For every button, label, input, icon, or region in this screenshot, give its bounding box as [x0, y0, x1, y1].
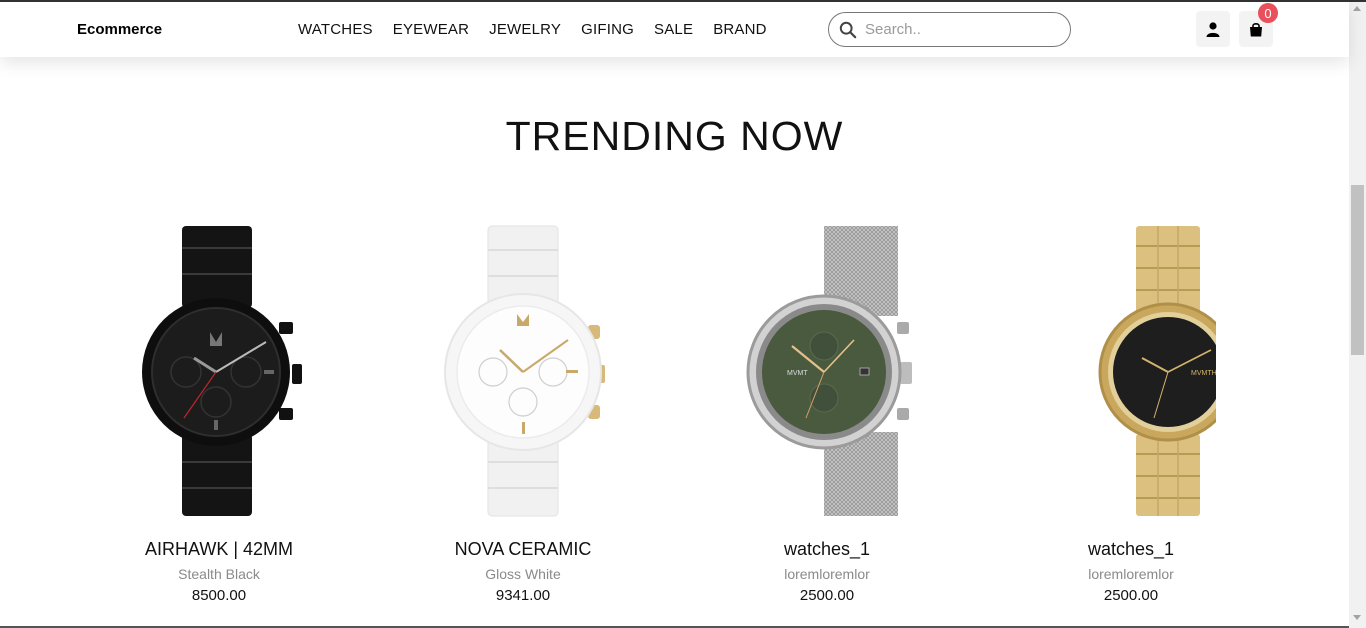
product-price: 8500.00	[191, 587, 247, 604]
main-nav: WATCHES EYEWEAR JEWELRY GIFING SALE BRAN…	[298, 21, 767, 38]
nav-item-gifing[interactable]: GIFING	[581, 21, 634, 38]
search-input[interactable]	[865, 21, 1055, 38]
product-image-black-watch[interactable]	[134, 222, 304, 517]
navbar: Ecommerce WATCHES EYEWEAR JEWELRY GIFING…	[0, 2, 1349, 57]
product-price: 2500.00	[799, 587, 855, 604]
svg-text:MVMTH: MVMTH	[1191, 370, 1216, 377]
section-title-text: TRENDING NOW	[505, 113, 844, 159]
svg-text:MVMT: MVMT	[787, 370, 808, 377]
shopping-bag-icon	[1250, 22, 1262, 36]
product-image-gold-watch[interactable]: MVMTH	[1046, 222, 1216, 517]
product-card[interactable]: AIRHAWK | 42MM Stealth Black 8500.00	[94, 222, 344, 604]
cart-count-badge: 0	[1258, 3, 1278, 23]
scroll-up-arrow-icon[interactable]	[1353, 6, 1361, 11]
brand-logo[interactable]: Ecommerce	[77, 21, 162, 38]
product-card[interactable]: MVMT watches_1 loremloremlor 2500.00	[702, 222, 952, 604]
user-icon	[1206, 21, 1220, 37]
product-price: 9341.00	[495, 587, 551, 604]
nav-item-watches[interactable]: WATCHES	[298, 21, 373, 38]
nav-item-jewelry[interactable]: JEWELRY	[489, 21, 561, 38]
product-name[interactable]: watches_1	[1006, 539, 1256, 560]
nav-item-sale[interactable]: SALE	[654, 21, 693, 38]
search-bar	[828, 12, 1071, 47]
section-title: TRENDING NOW	[0, 113, 1349, 160]
product-price: 2500.00	[1103, 587, 1159, 604]
search-icon[interactable]	[839, 21, 857, 39]
account-button[interactable]	[1196, 11, 1230, 47]
product-subtitle: loremloremlor	[784, 566, 870, 582]
product-image-white-watch[interactable]	[438, 222, 608, 517]
product-image-silver-watch[interactable]: MVMT	[742, 222, 912, 517]
product-subtitle: loremloremlor	[1088, 566, 1174, 582]
product-subtitle: Gloss White	[485, 566, 561, 582]
scrollbar-thumb[interactable]	[1351, 185, 1364, 355]
product-subtitle: Stealth Black	[178, 566, 260, 582]
product-name[interactable]: watches_1	[702, 539, 952, 560]
nav-item-eyewear[interactable]: EYEWEAR	[393, 21, 469, 38]
scroll-down-arrow-icon[interactable]	[1353, 615, 1361, 620]
product-card[interactable]: NOVA CERAMIC Gloss White 9341.00	[398, 222, 648, 604]
product-name[interactable]: NOVA CERAMIC	[398, 539, 648, 560]
nav-item-brand[interactable]: BRAND	[713, 21, 767, 38]
product-name[interactable]: AIRHAWK | 42MM	[94, 539, 344, 560]
product-card[interactable]: MVMTH watches_1 loremloremlor 2500.00	[1006, 222, 1256, 604]
